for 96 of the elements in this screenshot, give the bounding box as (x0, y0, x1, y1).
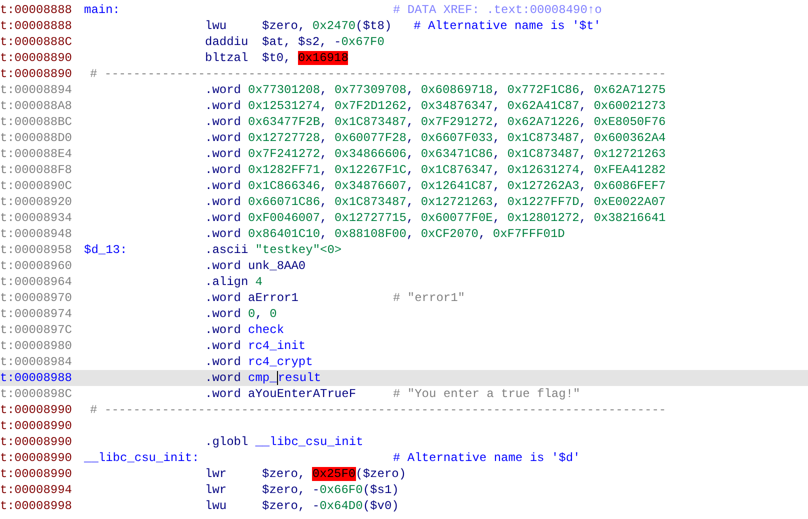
operand-text: $zero, 0x25F0($zero) (262, 466, 406, 482)
operand-text: unk_8AA0 (248, 258, 306, 274)
address-text: t:000088E4 (0, 147, 72, 161)
mnemonic-text: .word (205, 386, 242, 402)
address-text: t:00008934 (0, 211, 72, 225)
mnemonic-text: lwr (205, 482, 228, 498)
mnemonic-text: .word (205, 226, 242, 242)
operand-text: aYouEnterATrueF (248, 386, 356, 402)
mnemonic-text: .word (205, 210, 242, 226)
address-text: t:00008990 (0, 451, 72, 465)
comment-text: # "You enter a true flag!" (393, 386, 580, 402)
address-text: t:00008974 (0, 307, 72, 321)
comment-text: # "error1" (393, 290, 466, 306)
operand-text: aError1 (248, 290, 298, 306)
operand-text: 0x7F241272, 0x34866606, 0x63471C86, 0x1C873487, 0x12721263 (248, 146, 666, 162)
address-text: t:000088D0 (0, 131, 72, 145)
address-text: t:00008890 (0, 67, 72, 81)
operand-text: 0x63477F2B, 0x1C873487, 0x7F291272, 0x62A71226, 0xE8050F76 (248, 114, 666, 130)
operand-text: 0x77301208, 0x77309708, 0x60869718, 0x772F1C86, 0x62A71275 (248, 82, 666, 98)
address-text: t:000088F8 (0, 163, 72, 177)
address-text: t:00008990 (0, 419, 72, 433)
mnemonic-text: .word (205, 370, 242, 386)
operand-text: rc4_crypt (248, 354, 313, 370)
mnemonic-text: .align (205, 274, 248, 290)
mnemonic-text: lwu (205, 18, 228, 34)
operand-text: 0x12727728, 0x60077F28, 0x6607F033, 0x1C873487, 0x600362A4 (248, 130, 666, 146)
address-text: t:0000898C (0, 387, 72, 401)
address-text: t:0000888C (0, 35, 72, 49)
operand-text: $zero, -0x66F0($s1) (262, 482, 399, 498)
operand-text: $t0, 0x16918 (262, 50, 348, 66)
comment-text: # Alternative name is '$t' (414, 18, 601, 34)
operand-text: 0x12531274, 0x7F2D1262, 0x34876347, 0x62A41C87, 0x60021273 (248, 98, 666, 114)
separator-text: # ------------------------------------------------------------------------------ (90, 402, 666, 418)
mnemonic-text: .word (205, 130, 242, 146)
mnemonic-text: daddiu (205, 34, 250, 50)
label-text: main: (84, 3, 120, 17)
operand-text: __libc_csu_init (255, 434, 364, 450)
operand-text: 0x66071C86, 0x1C873487, 0x12721263, 0x1227FF7D, 0xE0022A07 (248, 194, 666, 210)
address-text: t:000088A8 (0, 99, 72, 113)
separator-text: # ------------------------------------------------------------------------------ (90, 66, 666, 82)
address-text: t:00008890 (0, 51, 72, 65)
operand-text: 4 (255, 274, 262, 290)
address-text: t:00008988 (0, 371, 72, 385)
mnemonic-text: .word (205, 98, 242, 114)
mnemonic-text: .word (205, 290, 242, 306)
operand-text: "testkey"<0> (255, 242, 342, 258)
mnemonic-text: .word (205, 162, 242, 178)
mnemonic-text: .word (205, 146, 242, 162)
operand-text: 0, 0 (248, 306, 277, 322)
address-text: t:00008888 (0, 19, 72, 33)
operand-text: $zero, 0x2470($t8) (262, 18, 392, 34)
mnemonic-text: bltzal (205, 50, 250, 66)
address-text: t:00008990 (0, 435, 72, 449)
mnemonic-text: .word (205, 306, 242, 322)
mnemonic-text: .word (205, 338, 242, 354)
operand-text: 0x1282FF71, 0x12267F1C, 0x1C876347, 0x12631274, 0xFEA41282 (248, 162, 666, 178)
mnemonic-text: .word (205, 322, 242, 338)
address-text: t:00008990 (0, 403, 72, 417)
label-text: __libc_csu_init: (84, 451, 200, 465)
comment-text: # DATA XREF: .text:00008490↑o (393, 2, 602, 18)
address-text: t:00008984 (0, 355, 72, 369)
mnemonic-text: .word (205, 114, 242, 130)
address-text: t:0000890C (0, 179, 72, 193)
mnemonic-text: .ascii (205, 242, 248, 258)
mnemonic-text: .word (205, 354, 242, 370)
label-text: $d_13: (84, 243, 128, 257)
operand-text: $at, $s2, -0x67F0 (262, 34, 384, 50)
address-text: t:00008994 (0, 483, 72, 497)
operand-text: rc4_init (248, 338, 306, 354)
mnemonic-text: .word (205, 178, 242, 194)
operand-text: check (248, 322, 284, 338)
address-text: t:00008920 (0, 195, 72, 209)
mnemonic-text: .word (205, 258, 242, 274)
address-text: t:00008980 (0, 339, 72, 353)
operand-text: 0x86401C10, 0x88108F00, 0xCF2070, 0xF7FFF01D (248, 226, 565, 242)
comment-text: # Alternative name is '$d' (393, 450, 580, 466)
operand-text: 0xF0046007, 0x12727715, 0x60077F0E, 0x12801272, 0x38216641 (248, 210, 666, 226)
operand-text: $zero, -0x64D0($v0) (262, 498, 399, 514)
address-text: t:00008964 (0, 275, 72, 289)
mnemonic-text: .word (205, 82, 242, 98)
address-text: t:000088BC (0, 115, 72, 129)
mnemonic-text: lwu (205, 498, 228, 514)
address-text: t:00008894 (0, 83, 72, 97)
address-text: t:00008990 (0, 467, 72, 481)
address-text: t:00008948 (0, 227, 72, 241)
address-text: t:0000897C (0, 323, 72, 337)
address-text: t:00008998 (0, 499, 72, 513)
address-text: t:00008960 (0, 259, 72, 273)
mnemonic-text: lwr (205, 466, 228, 482)
address-text: t:00008888 (0, 3, 72, 17)
mnemonic-text: .globl (205, 434, 248, 450)
address-text: t:00008970 (0, 291, 72, 305)
operand-text: 0x1C866346, 0x34876607, 0x12641C87, 0x127262A3, 0x6086FEF7 (248, 178, 666, 194)
mnemonic-text: .word (205, 194, 242, 210)
operand-text: cmp_result (248, 370, 322, 386)
address-text: t:00008958 (0, 243, 72, 257)
